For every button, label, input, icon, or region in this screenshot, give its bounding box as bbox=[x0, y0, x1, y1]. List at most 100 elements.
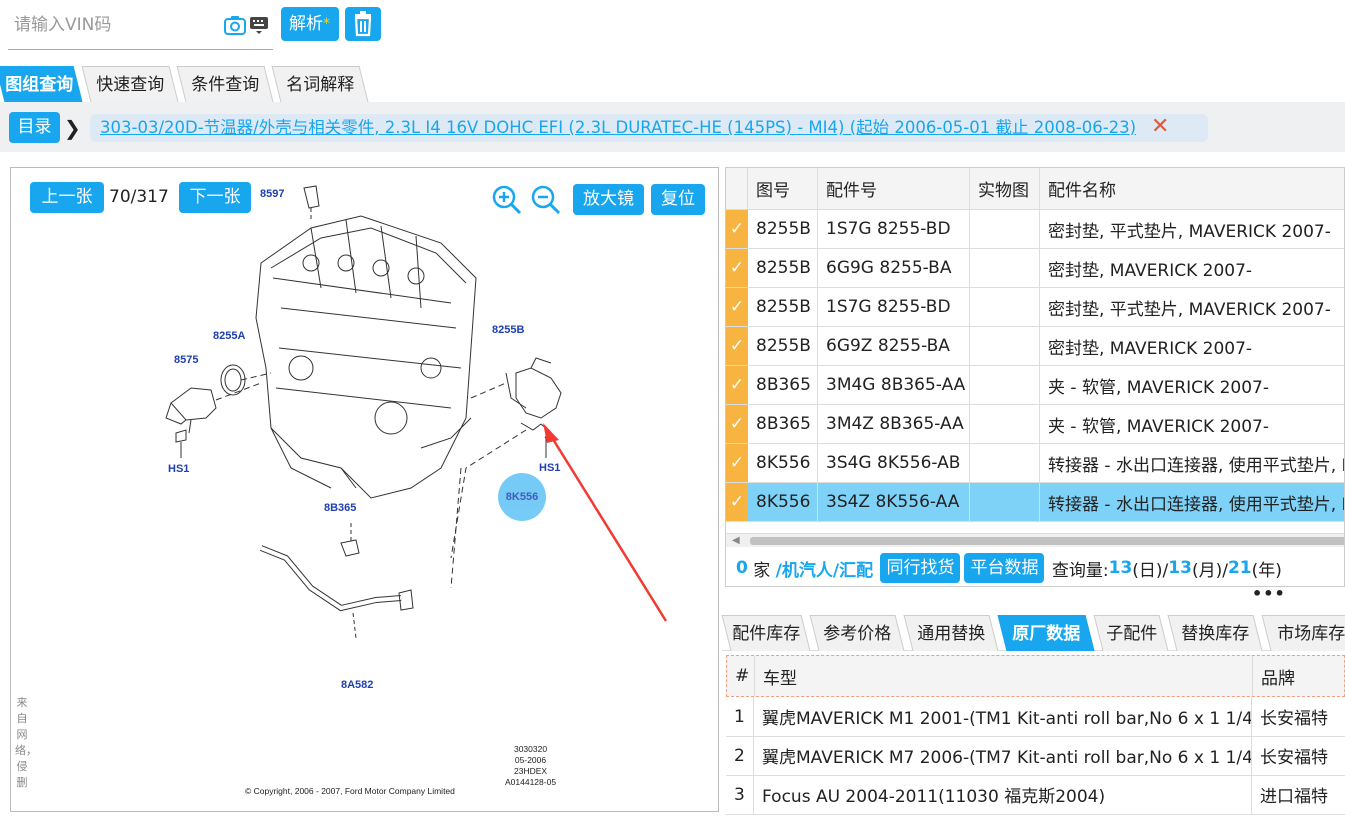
header-brand[interactable]: 品牌 bbox=[1253, 656, 1345, 696]
table-row[interactable]: ✓ 8255B 6G9Z 8255-BA 密封垫, MAVERICK 2007- bbox=[726, 327, 1344, 366]
header-part-no[interactable]: 配件号 bbox=[818, 168, 970, 209]
model-cell: 翼虎MAVERICK M1 2001-(TM1 Kit-anti roll ba… bbox=[754, 697, 1252, 736]
peer-search-button[interactable]: 同行找货 bbox=[880, 553, 961, 583]
table-header: 图号 配件号 实物图 配件名称 bbox=[726, 168, 1344, 210]
part-name-cell: 夹 - 软管, MAVERICK 2007- bbox=[1048, 377, 1269, 398]
table-row[interactable]: ✓ 8255B 1S7G 8255-BD 密封垫, 平式垫片, MAVERICK 20… bbox=[726, 288, 1344, 327]
main-tabs: 图组查询 快速查询 条件查询 名词解释 bbox=[0, 66, 380, 102]
part-no-cell[interactable]: 6G9G 8255-BA bbox=[818, 249, 970, 287]
part-no-cell[interactable]: 1S7G 8255-BD bbox=[818, 210, 970, 248]
tab-part-stock[interactable]: 配件库存 bbox=[721, 615, 811, 651]
scrollbar-thumb[interactable] bbox=[750, 537, 1344, 545]
photo-cell[interactable] bbox=[970, 210, 1040, 248]
part-label[interactable]: 8B365 bbox=[324, 502, 356, 514]
photo-cell[interactable] bbox=[970, 288, 1040, 326]
tab-glossary[interactable]: 名词解释 bbox=[271, 66, 369, 102]
part-label[interactable]: HS1 bbox=[539, 462, 560, 474]
more-icon[interactable]: ••• bbox=[1252, 584, 1286, 603]
header-fig[interactable]: 图号 bbox=[748, 168, 818, 209]
check-icon[interactable]: ✓ bbox=[726, 288, 748, 326]
tab-condition-query[interactable]: 条件查询 bbox=[176, 66, 274, 102]
part-name-cell: 夹 - 软管, MAVERICK 2007- bbox=[1048, 416, 1269, 437]
photo-cell[interactable] bbox=[970, 249, 1040, 287]
horizontal-scrollbar[interactable]: ◀ bbox=[726, 533, 1344, 548]
table-row[interactable]: 2 翼虎MAVERICK M7 2006-(TM7 Kit-anti roll b… bbox=[726, 736, 1345, 776]
header-photo[interactable]: 实物图 bbox=[970, 168, 1040, 209]
query-month-unit: (月)/ bbox=[1191, 560, 1228, 581]
close-icon[interactable]: ✕ bbox=[1151, 115, 1169, 139]
tab-generic-replacement[interactable]: 通用替换 bbox=[903, 615, 999, 651]
photo-cell[interactable] bbox=[970, 483, 1040, 521]
table-row[interactable]: ✓ 8K556 3S4G 8K556-AB 转接器 - 水出口连接器, 使用平式垫片,… bbox=[726, 444, 1344, 483]
query-year-unit: (年) bbox=[1251, 560, 1282, 581]
table-row[interactable]: ✓ 8K556 3S4Z 8K556-AA 转接器 - 水出口连接器, 使用平式垫片,… bbox=[726, 483, 1344, 522]
copyright-text: © Copyright, 2006 - 2007, Ford Motor Com… bbox=[245, 786, 455, 796]
chevron-right-icon: ❯ bbox=[64, 116, 81, 140]
check-icon[interactable]: ✓ bbox=[726, 327, 748, 365]
detail-tabs: 配件库存 参考价格 通用替换 原厂数据 子配件 替换库存 市场库存 bbox=[721, 615, 1345, 651]
part-hotspot-selected[interactable]: 8K556 bbox=[498, 473, 546, 521]
breadcrumb-path-link[interactable]: 303-03/20D-节温器/外壳与相关零件, 2.3L I4 16V DOHC… bbox=[90, 114, 1208, 142]
tab-oem-data[interactable]: 原厂数据 bbox=[997, 615, 1095, 651]
photo-cell[interactable] bbox=[970, 444, 1040, 482]
part-label[interactable]: 8255B bbox=[492, 324, 524, 336]
check-icon[interactable]: ✓ bbox=[726, 249, 748, 287]
scroll-left-icon[interactable]: ◀ bbox=[732, 534, 740, 548]
part-no-cell[interactable]: 3S4Z 8K556-AA bbox=[818, 483, 970, 521]
parse-button[interactable]: 解析* bbox=[281, 7, 339, 41]
catalog-button[interactable]: 目录 bbox=[9, 112, 60, 143]
table-header: # 车型 品牌 bbox=[726, 655, 1345, 697]
breadcrumb: 目录 ❯ 303-03/20D-节温器/外壳与相关零件, 2.3L I4 16V… bbox=[0, 102, 1345, 152]
check-icon[interactable]: ✓ bbox=[726, 444, 748, 482]
tab-quick-query[interactable]: 快速查询 bbox=[81, 66, 179, 102]
keyboard-icon[interactable] bbox=[249, 15, 269, 35]
part-label[interactable]: HS1 bbox=[168, 463, 189, 475]
tab-market-stock[interactable]: 市场库存 bbox=[1261, 615, 1345, 651]
vin-input[interactable] bbox=[8, 5, 218, 45]
brand-cell: 进口福特 bbox=[1260, 787, 1328, 807]
drawing-stamp: 3030320 05-2006 23HDEX A0144128-05 bbox=[505, 744, 557, 787]
platform-links[interactable]: /机汽人/汇配 bbox=[776, 556, 873, 581]
tab-diagram-query[interactable]: 图组查询 bbox=[0, 66, 83, 102]
table-row[interactable]: ✓ 8B365 3M4G 8B365-AA 夹 - 软管, MAVERICK 2007… bbox=[726, 366, 1344, 405]
diagram-panel: 上一张 70/317 下一张 放大镜 复位 8597 8255A 8575 HS… bbox=[10, 167, 719, 812]
part-no-cell[interactable]: 3M4Z 8B365-AA bbox=[818, 405, 970, 443]
table-row[interactable]: ✓ 8B365 3M4Z 8B365-AA 夹 - 软管, MAVERICK 2007… bbox=[726, 405, 1344, 444]
oem-table: # 车型 品牌 1 翼虎MAVERICK M1 2001-(TM1 Kit-ant… bbox=[726, 655, 1345, 815]
fig-cell: 8255B bbox=[748, 210, 818, 248]
query-month: 13 bbox=[1168, 558, 1192, 578]
check-icon[interactable]: ✓ bbox=[726, 483, 748, 521]
table-row[interactable]: 1 翼虎MAVERICK M1 2001-(TM1 Kit-anti roll b… bbox=[726, 697, 1345, 737]
part-no-cell[interactable]: 1S7G 8255-BD bbox=[818, 288, 970, 326]
part-label[interactable]: 8597 bbox=[260, 188, 284, 200]
part-label[interactable]: 8A582 bbox=[341, 679, 373, 691]
part-label[interactable]: 8575 bbox=[174, 354, 198, 366]
part-no-cell[interactable]: 3M4G 8B365-AA bbox=[818, 366, 970, 404]
check-icon[interactable]: ✓ bbox=[726, 405, 748, 443]
index-cell: 2 bbox=[726, 736, 754, 775]
tab-replacement-stock[interactable]: 替换库存 bbox=[1167, 615, 1263, 651]
photo-cell[interactable] bbox=[970, 327, 1040, 365]
header-check bbox=[726, 168, 748, 209]
supplier-count: 0 bbox=[736, 558, 748, 578]
part-label[interactable]: 8255A bbox=[213, 330, 245, 342]
table-row[interactable]: ✓ 8255B 6G9G 8255-BA 密封垫, MAVERICK 2007- bbox=[726, 249, 1344, 288]
photo-cell[interactable] bbox=[970, 405, 1040, 443]
table-row[interactable]: 3 Focus AU 2004-2011(11030 福克斯2004) 进口福特 bbox=[726, 775, 1345, 815]
platform-data-button[interactable]: 平台数据 bbox=[964, 553, 1045, 583]
clear-button[interactable] bbox=[345, 7, 381, 41]
check-icon[interactable]: ✓ bbox=[726, 210, 748, 248]
header-model[interactable]: 车型 bbox=[755, 656, 1253, 696]
tab-sub-parts[interactable]: 子配件 bbox=[1093, 615, 1169, 651]
photo-cell[interactable] bbox=[970, 366, 1040, 404]
header-part-name[interactable]: 配件名称 bbox=[1040, 168, 1344, 209]
table-row[interactable]: ✓ 8255B 1S7G 8255-BD 密封垫, 平式垫片, MAVERICK 20… bbox=[726, 210, 1344, 249]
tab-reference-price[interactable]: 参考价格 bbox=[809, 615, 905, 651]
query-day: 13 bbox=[1108, 558, 1133, 578]
part-no-cell[interactable]: 6G9Z 8255-BA bbox=[818, 327, 970, 365]
check-icon[interactable]: ✓ bbox=[726, 366, 748, 404]
part-no-cell[interactable]: 3S4G 8K556-AB bbox=[818, 444, 970, 482]
camera-icon[interactable] bbox=[223, 13, 247, 37]
fig-cell: 8K556 bbox=[748, 483, 818, 521]
brand-cell: 长安福特 bbox=[1260, 748, 1328, 768]
